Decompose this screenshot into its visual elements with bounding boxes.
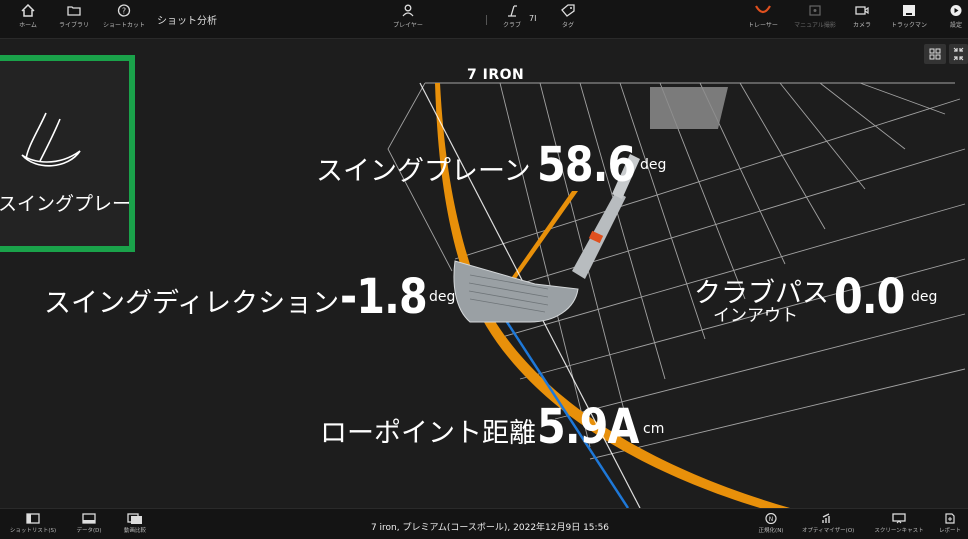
tag-icon xyxy=(561,4,575,17)
normalize-icon: N xyxy=(765,513,777,524)
tracer-icon xyxy=(755,5,771,14)
compare-label: 動画比較 xyxy=(123,528,146,534)
low-point-value: 5.9A xyxy=(537,399,640,455)
svg-text:?: ? xyxy=(122,7,126,16)
screencast-label: スクリーンキャスト xyxy=(874,528,924,534)
report-label: レポート xyxy=(938,528,961,534)
shot-info: 7 iron, プレミアム(コースボール), 2022年12月9日 15:56 xyxy=(370,523,610,533)
shortcut-label: ショートカット xyxy=(102,22,145,29)
swing-plane-label: スイングプレーン xyxy=(316,156,531,187)
ball-flight-window xyxy=(650,87,728,129)
swing-plane-value: 58.6 xyxy=(537,137,636,193)
club-icon xyxy=(508,5,517,17)
library-label: ライブラリ xyxy=(58,22,89,29)
swing-plane-unit: deg xyxy=(640,157,667,173)
swing-plane-panel[interactable]: スイングプレーン xyxy=(0,55,135,252)
collapse-view-button[interactable] xyxy=(949,44,968,64)
compare-icon xyxy=(127,513,142,524)
club-name-label: 7 IRON xyxy=(467,67,525,83)
home-icon xyxy=(21,4,35,17)
camera-icon xyxy=(855,6,869,15)
camera-button[interactable]: カメラ xyxy=(840,4,884,29)
club-button[interactable]: クラブ xyxy=(490,4,534,29)
club-label: クラブ xyxy=(502,22,521,29)
top-toolbar: ホーム ライブラリ ? ショートカット ショット分析 プレイヤー クラブ 7I … xyxy=(0,0,968,39)
player-label: プレイヤー xyxy=(393,22,423,29)
normalize-button[interactable]: N 正規化(N) xyxy=(746,513,796,534)
bottom-toolbar: ショットリスト(S) データ(D) 動画比較 7 iron, プレミアム(コース… xyxy=(0,508,968,539)
report-button[interactable]: レポート xyxy=(932,513,968,534)
club-path-value: 0.0 xyxy=(834,269,905,325)
folder-icon xyxy=(67,6,81,16)
report-icon xyxy=(945,513,955,524)
swing-plane-icon xyxy=(21,112,81,167)
tracer-label: トレーサー xyxy=(748,22,778,29)
manual-measure-label: マニュアル撮影 xyxy=(794,22,836,29)
club-path-sublabel: インアウト xyxy=(713,306,798,326)
swing-direction-value: -1.8 xyxy=(340,269,428,325)
grid-icon xyxy=(929,48,941,60)
home-label: ホーム xyxy=(19,22,37,29)
low-point-label: ローポイント距離 xyxy=(320,418,536,449)
page-title: ショット分析 xyxy=(157,16,217,27)
home-button[interactable]: ホーム xyxy=(6,4,50,29)
manual-measure-button[interactable]: マニュアル撮影 xyxy=(793,4,837,29)
optimizer-label: オプティマイザー(O) xyxy=(802,528,855,534)
compare-button[interactable]: 動画比較 xyxy=(110,513,160,534)
tag-button[interactable]: タグ xyxy=(546,4,590,29)
swing-direction-label: スイングディレクション xyxy=(44,288,340,319)
camera-label: カメラ xyxy=(852,22,871,29)
trackman-icon xyxy=(903,5,915,16)
collapse-icon xyxy=(953,47,964,61)
data-icon xyxy=(82,513,96,524)
screencast-button[interactable]: スクリーンキャスト xyxy=(874,513,924,534)
club-path-unit: deg xyxy=(911,289,938,305)
tag-label: タグ xyxy=(561,22,574,29)
swing-direction-unit: deg xyxy=(429,289,456,305)
settings-button[interactable]: 設定 xyxy=(934,4,968,29)
measure-icon xyxy=(809,5,821,16)
player-button[interactable]: プレイヤー xyxy=(386,4,430,29)
trackman-button[interactable]: トラックマン xyxy=(887,4,931,29)
shot-list-icon xyxy=(26,513,40,524)
panel-label: スイングプレーン xyxy=(0,193,131,215)
shot-list-button[interactable]: ショットリスト(S) xyxy=(8,513,58,534)
question-icon: ? xyxy=(117,4,131,17)
tracer-button[interactable]: トレーサー xyxy=(741,4,785,29)
settings-icon xyxy=(950,5,962,16)
trackman-label: トラックマン xyxy=(890,22,927,29)
normalize-label: 正規化(N) xyxy=(758,528,784,534)
club-value: 7I xyxy=(529,14,537,23)
grid-view-button[interactable] xyxy=(924,44,946,64)
settings-label: 設定 xyxy=(949,22,962,29)
optimizer-icon xyxy=(822,513,830,523)
data-label: データ(D) xyxy=(76,528,102,534)
swing-analysis-view[interactable]: 7 IRON スイングプレーン 58.6 deg スイングディレクション -1.… xyxy=(0,39,968,508)
library-button[interactable]: ライブラリ xyxy=(52,4,96,29)
shot-list-label: ショットリスト(S) xyxy=(9,528,57,534)
low-point-unit: cm xyxy=(643,421,665,437)
optimizer-button[interactable]: オプティマイザー(O) xyxy=(802,513,855,534)
screencast-icon xyxy=(892,513,906,524)
toolbar-divider xyxy=(486,15,487,25)
svg-text:N: N xyxy=(769,516,774,523)
data-button[interactable]: データ(D) xyxy=(64,513,114,534)
person-icon xyxy=(402,4,414,17)
shortcut-button[interactable]: ? ショートカット xyxy=(102,4,146,29)
